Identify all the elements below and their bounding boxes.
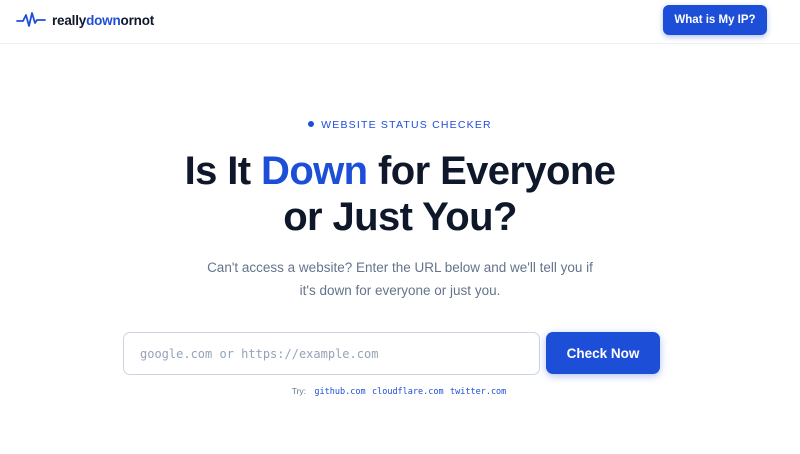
check-now-button[interactable]: Check Now <box>546 332 660 374</box>
try-label: Try: <box>291 386 307 396</box>
title-part-1: Is It <box>184 149 262 193</box>
logo-text-suffix: ornot <box>120 12 155 28</box>
logo-text: reallydownornot <box>52 13 154 28</box>
suggestion-link-cloudflare[interactable]: cloudflare.com <box>372 387 444 397</box>
suggestion-link-twitter[interactable]: twitter.com <box>450 387 506 397</box>
eyebrow-text: WEBSITE STATUS CHECKER <box>321 119 492 131</box>
title-line-2: or Just You? <box>283 195 517 239</box>
subtitle-line-1: Can't access a website? Enter the URL be… <box>207 260 593 275</box>
page-title: Is It Down for Everyone or Just You? <box>0 148 800 240</box>
status-dot-icon <box>308 121 315 127</box>
suggestion-link-github[interactable]: github.com <box>314 387 365 397</box>
url-input[interactable] <box>123 332 540 375</box>
page-subtitle: Can't access a website? Enter the URL be… <box>190 256 610 302</box>
subtitle-line-2: it's down for everyone or just you. <box>299 283 501 298</box>
title-part-2: for Everyone <box>367 149 616 193</box>
logo[interactable]: reallydownornot <box>16 9 154 31</box>
pulse-icon <box>16 12 46 27</box>
site-header: reallydownornot What is My IP? <box>0 0 800 44</box>
eyebrow-label: WEBSITE STATUS CHECKER <box>0 119 800 131</box>
title-accent: Down <box>261 149 368 193</box>
logo-text-accent: down <box>86 12 121 28</box>
logo-text-prefix: really <box>52 12 87 28</box>
what-is-my-ip-button[interactable]: What is My IP? <box>663 5 767 35</box>
try-suggestions: Try: github.com cloudflare.com twitter.c… <box>0 386 800 397</box>
